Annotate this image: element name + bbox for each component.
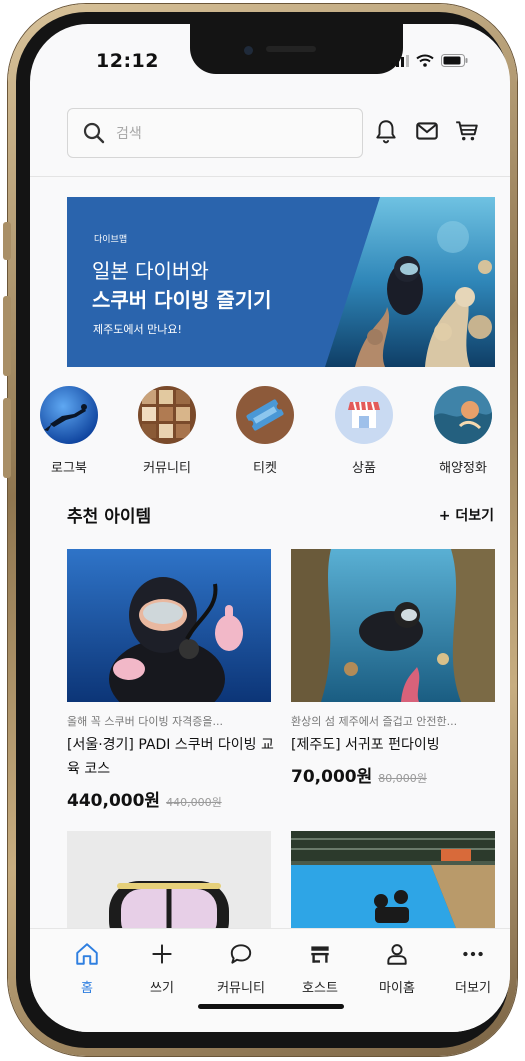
cellular-signal-icon [391, 55, 409, 67]
original-price: 440,000원 [166, 796, 222, 809]
tab-host[interactable]: 호스트 [284, 941, 356, 996]
person-icon [387, 944, 407, 965]
search-placeholder: 검색 [116, 126, 142, 142]
product-card-4-image[interactable] [291, 831, 495, 941]
bell-icon[interactable] [373, 118, 399, 144]
tab-label: 홈 [81, 981, 93, 996]
see-more-link[interactable]: + 더보기 [439, 505, 494, 525]
section-title: 추천 아이템 [67, 507, 152, 527]
store-icon [311, 946, 329, 963]
status-time: 12:12 [96, 50, 159, 72]
wifi-icon [416, 54, 434, 67]
home-icon [76, 943, 98, 965]
community-collage-icon [138, 386, 196, 444]
header-divider [30, 176, 510, 177]
banner-headline-1: 일본 다이버와 [92, 259, 209, 283]
product-card-2-image[interactable] [291, 549, 495, 702]
banner-diver-photo [325, 197, 495, 367]
product-card-1-title[interactable]: [서울·경기] PADI 스쿠버 다이빙 교육 코스 [67, 733, 277, 781]
more-icon [463, 951, 483, 957]
category-label: 상품 [352, 461, 376, 476]
front-camera [244, 46, 253, 55]
ticket-icon [236, 386, 294, 444]
tab-label: 커뮤니티 [217, 981, 265, 996]
product-card-3-image[interactable] [67, 831, 271, 941]
price-value: 440,000원 [67, 791, 161, 811]
tab-label: 더보기 [455, 981, 491, 996]
cart-icon[interactable] [454, 118, 480, 144]
tab-community[interactable]: 커뮤니티 [205, 941, 277, 996]
category-label: 로그북 [51, 461, 87, 476]
product-card-1-price: 440,000원 440,000원 [67, 786, 222, 811]
plus-icon [152, 944, 172, 964]
category-ocean-cleanup[interactable]: 해양정화 [423, 386, 503, 476]
category-logbook[interactable]: 로그북 [30, 386, 109, 476]
tab-home[interactable]: 홈 [51, 941, 123, 996]
category-ticket[interactable]: 티켓 [225, 386, 305, 476]
search-icon [83, 122, 105, 144]
phone-volume-up [3, 296, 11, 376]
category-label: 해양정화 [439, 461, 487, 476]
phone-silent-switch [3, 222, 11, 260]
banner-brand: 다이브맵 [94, 235, 128, 245]
category-goods[interactable]: 상품 [324, 386, 404, 476]
earpiece-speaker [266, 46, 316, 52]
chat-icon [230, 944, 252, 964]
bottom-tab-bar: 홈 쓰기 커뮤니티 호스트 마이홈 더보기 [30, 928, 510, 1032]
storefront-icon [335, 386, 393, 444]
ocean-icon [434, 386, 492, 444]
category-community[interactable]: 커뮤니티 [127, 386, 207, 476]
product-card-2-price: 70,000원 80,000원 [291, 762, 427, 787]
price-value: 70,000원 [291, 767, 373, 787]
tab-label: 쓰기 [150, 981, 174, 996]
product-card-2-subtitle: 환상의 섬 제주에서 즐겁고 안전한... [291, 715, 458, 728]
tab-label: 마이홈 [379, 981, 415, 996]
category-label: 티켓 [253, 461, 277, 476]
logbook-icon [40, 386, 98, 444]
mail-icon[interactable] [414, 118, 440, 144]
promo-banner[interactable]: 다이브맵 일본 다이버와 스쿠버 다이빙 즐기기 제주도에서 만나요! [67, 197, 495, 367]
tab-my-home[interactable]: 마이홈 [361, 941, 433, 996]
product-card-1-subtitle: 올해 꼭 스쿠버 다이빙 자격증을... [67, 715, 224, 728]
home-indicator[interactable] [198, 1004, 344, 1009]
search-input[interactable]: 검색 [67, 108, 363, 158]
battery-icon [441, 54, 468, 67]
tab-more[interactable]: 더보기 [437, 941, 509, 996]
product-card-2-title[interactable]: [제주도] 서귀포 펀다이빙 [291, 733, 501, 757]
status-icons [391, 54, 468, 67]
original-price: 80,000원 [378, 772, 427, 785]
banner-headline-2: 스쿠버 다이빙 즐기기 [92, 288, 272, 312]
phone-volume-down [3, 398, 11, 478]
phone-screen: 12:12 검색 다이브맵 일본 다이버와 스쿠버 다이빙 즐기기 제주도에서 … [30, 24, 510, 1032]
product-card-1-image[interactable] [67, 549, 271, 702]
tab-write[interactable]: 쓰기 [126, 941, 198, 996]
banner-subtitle: 제주도에서 만나요! [93, 323, 182, 336]
tab-label: 호스트 [302, 981, 338, 996]
category-label: 커뮤니티 [143, 461, 191, 476]
